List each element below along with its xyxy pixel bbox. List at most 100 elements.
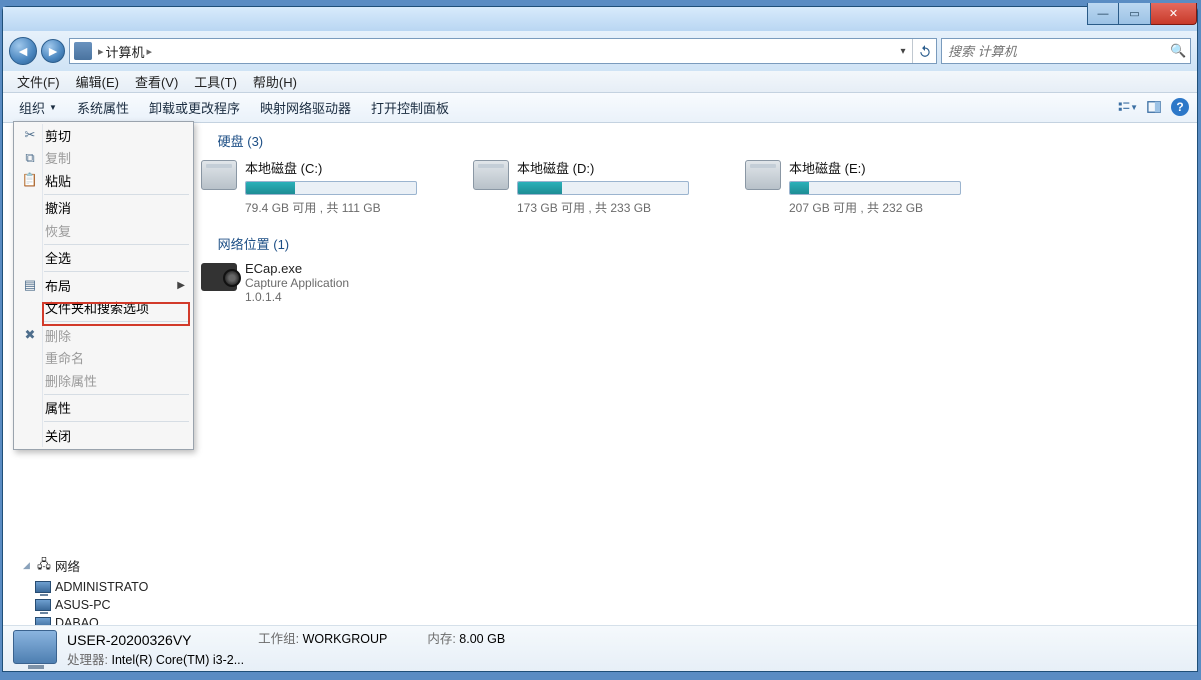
menu-rename: 重命名 [16, 347, 191, 370]
menu-paste[interactable]: 📋 粘贴 [16, 169, 191, 192]
close-button[interactable]: ✕ [1151, 3, 1197, 25]
preview-pane-button[interactable] [1143, 96, 1165, 118]
expand-icon[interactable]: ◢ [23, 560, 33, 571]
computer-icon [35, 581, 51, 593]
tree-node-computer[interactable]: ADMINISTRATO [9, 578, 179, 596]
nav-tree[interactable]: ◢ 🖧 网络 ADMINISTRATOASUS-PCDABAODESKTOPDE… [9, 553, 179, 625]
section-network-location: ◢ 网络位置 (1) [201, 230, 1193, 257]
paste-icon: 📋 [19, 172, 41, 188]
title-bar[interactable]: — ▭ ✕ [3, 7, 1197, 31]
back-button[interactable]: ◄ [9, 37, 37, 65]
netloc-desc: Capture Application [245, 276, 349, 290]
details-workgroup-label: 工作组: [258, 632, 299, 646]
hard-disk-icon [745, 160, 781, 190]
details-memory-value: 8.00 GB [459, 632, 505, 646]
drive-item[interactable]: 本地磁盘 (C:) 79.4 GB 可用 , 共 111 GB [201, 158, 453, 216]
capacity-bar [789, 181, 961, 195]
netloc-version: 1.0.1.4 [245, 290, 349, 304]
section-hard-drives: ◢ 硬盘 (3) [201, 127, 1193, 154]
address-history-dropdown[interactable]: ▾ [894, 46, 912, 57]
details-memory-label: 内存: [427, 632, 455, 646]
menu-help[interactable]: 帮助(H) [245, 70, 305, 93]
hard-disk-icon [201, 160, 237, 190]
computer-icon [35, 599, 51, 611]
menu-edit[interactable]: 编辑(E) [68, 70, 127, 93]
organize-button[interactable]: 组织 ▼ [9, 94, 67, 121]
maximize-button[interactable]: ▭ [1119, 3, 1151, 25]
close-icon: ✕ [1169, 7, 1178, 20]
system-properties-button[interactable]: 系统属性 [67, 94, 139, 121]
camera-app-icon [201, 263, 237, 291]
menu-folder-options[interactable]: 文件夹和搜索选项 [16, 297, 191, 320]
uninstall-programs-button[interactable]: 卸载或更改程序 [139, 94, 250, 121]
drive-item[interactable]: 本地磁盘 (D:) 173 GB 可用 , 共 233 GB [473, 158, 725, 216]
address-bar[interactable]: ▸ 计算机 ▸ ▾ [69, 38, 937, 64]
copy-icon: ⧉ [19, 150, 41, 166]
tree-node-computer[interactable]: DABAO [9, 614, 179, 625]
preview-pane-icon [1147, 100, 1161, 114]
menu-view[interactable]: 查看(V) [127, 70, 186, 93]
menu-layout[interactable]: ▤ 布局 ▶ [16, 274, 191, 297]
organize-menu: ✂ 剪切 ⧉ 复制 📋 粘贴 撤消 恢复 全选 ▤ 布局 ▶ 文件夹和搜索选项 … [13, 121, 194, 450]
back-icon: ◄ [16, 43, 30, 59]
view-mode-button[interactable]: ▼ [1117, 96, 1139, 118]
help-button[interactable]: ? [1169, 96, 1191, 118]
refresh-icon [918, 44, 932, 58]
menu-tools[interactable]: 工具(T) [186, 70, 245, 93]
content-pane[interactable]: ◢ 硬盘 (3) 本地磁盘 (C:)79.4 GB 可用 , 共 111 GB本… [201, 127, 1193, 621]
breadcrumb-sep-icon[interactable]: ▸ [96, 45, 106, 58]
breadcrumb-segment[interactable]: 计算机 [106, 42, 145, 61]
menu-select-all[interactable]: 全选 [16, 247, 191, 270]
menu-file[interactable]: 文件(F) [9, 70, 68, 93]
drive-name: 本地磁盘 (D:) [517, 158, 689, 177]
menu-undo[interactable]: 撤消 [16, 197, 191, 220]
capacity-bar [517, 181, 689, 195]
menu-delete: ✖ 删除 [16, 324, 191, 347]
tree-label: ASUS-PC [55, 598, 111, 612]
netloc-name: ECap.exe [245, 261, 349, 276]
network-location-item[interactable]: ECap.exe Capture Application 1.0.1.4 [201, 261, 1193, 304]
delete-icon: ✖ [19, 327, 41, 343]
chevron-down-icon: ▼ [49, 103, 57, 112]
refresh-button[interactable] [912, 39, 936, 63]
minimize-icon: — [1098, 8, 1109, 20]
capacity-bar [245, 181, 417, 195]
details-pane: USER-20200326VY 处理器: Intel(R) Core(TM) i… [3, 625, 1197, 671]
help-icon: ? [1171, 98, 1189, 116]
menu-properties[interactable]: 属性 [16, 397, 191, 420]
details-workgroup-value: WORKGROUP [303, 632, 388, 646]
details-computer-name: USER-20200326VY [67, 630, 244, 651]
computer-icon [74, 42, 92, 60]
search-box[interactable]: 🔍 [941, 38, 1191, 64]
menu-bar: 文件(F) 编辑(E) 查看(V) 工具(T) 帮助(H) [3, 71, 1197, 93]
menu-remove-properties: 删除属性 [16, 369, 191, 392]
drive-free-text: 173 GB 可用 , 共 233 GB [517, 199, 689, 216]
drive-item[interactable]: 本地磁盘 (E:)207 GB 可用 , 共 232 GB [745, 158, 997, 216]
drive-free-text: 79.4 GB 可用 , 共 111 GB [245, 199, 417, 216]
details-cpu-label: 处理器: [67, 653, 108, 667]
network-icon: 🖧 [37, 555, 51, 576]
drive-name: 本地磁盘 (C:) [245, 158, 417, 177]
forward-button[interactable]: ► [41, 39, 65, 63]
menu-redo: 恢复 [16, 219, 191, 242]
computer-icon [35, 617, 51, 625]
breadcrumb-sep-icon[interactable]: ▸ [145, 45, 155, 58]
search-input[interactable] [946, 43, 1170, 60]
command-bar: 组织 ▼ 系统属性 卸载或更改程序 映射网络驱动器 打开控制面板 ▼ ? [3, 93, 1197, 123]
map-drive-button[interactable]: 映射网络驱动器 [250, 94, 361, 121]
tree-node-computer[interactable]: ASUS-PC [9, 596, 179, 614]
chevron-right-icon: ▶ [177, 280, 185, 291]
nav-bar: ◄ ► ▸ 计算机 ▸ ▾ 🔍 [3, 31, 1197, 71]
minimize-button[interactable]: — [1087, 3, 1119, 25]
maximize-icon: ▭ [1129, 7, 1139, 20]
hard-disk-icon [473, 160, 509, 190]
menu-copy: ⧉ 复制 [16, 147, 191, 170]
view-icon [1118, 100, 1130, 114]
organize-label: 组织 [19, 98, 45, 117]
menu-close[interactable]: 关闭 [16, 424, 191, 447]
details-cpu-value: Intel(R) Core(TM) i3-2... [111, 653, 244, 667]
layout-icon: ▤ [19, 277, 41, 293]
tree-node-network[interactable]: ◢ 🖧 网络 [9, 553, 179, 578]
open-control-panel-button[interactable]: 打开控制面板 [361, 94, 459, 121]
menu-cut[interactable]: ✂ 剪切 [16, 124, 191, 147]
